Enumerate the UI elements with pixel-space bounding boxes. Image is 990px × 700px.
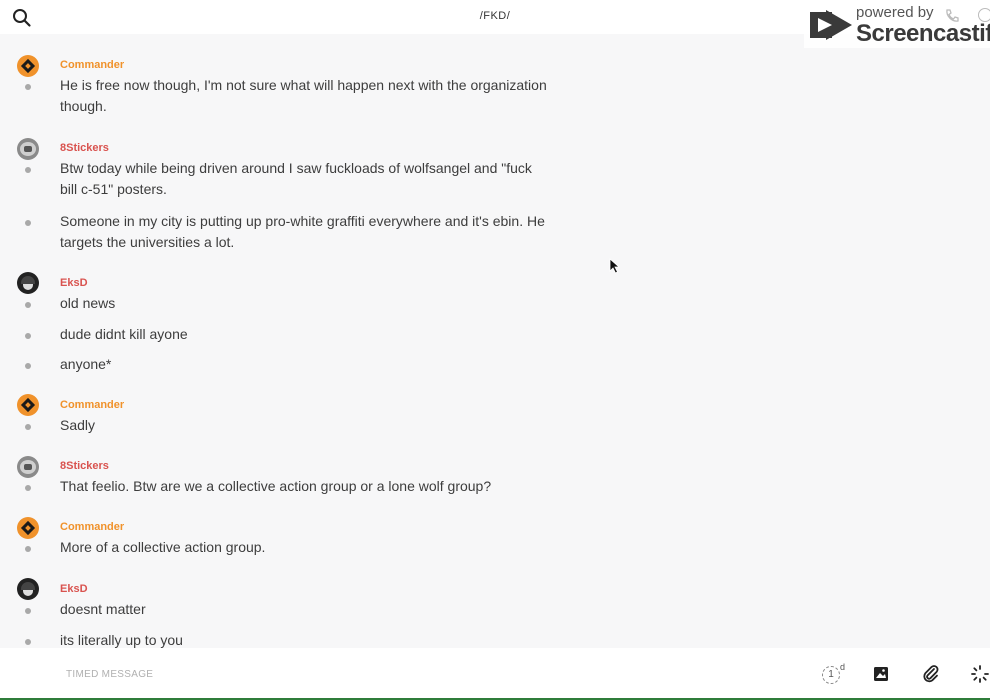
message-dot <box>25 84 31 90</box>
message-dot <box>25 608 31 614</box>
author-name[interactable]: 8Stickers <box>60 460 109 472</box>
message-text: Someone in my city is putting up pro-whi… <box>60 213 545 250</box>
paperclip-icon[interactable] <box>922 664 940 684</box>
loading-icon[interactable] <box>970 664 990 684</box>
message-text: Btw today while being driven around I sa… <box>60 160 532 197</box>
message-text: its literally up to you <box>60 632 183 648</box>
author-name[interactable]: 8Stickers <box>60 142 109 154</box>
avatar[interactable] <box>17 55 39 77</box>
avatar[interactable] <box>17 272 39 294</box>
avatar[interactable] <box>17 578 39 600</box>
author-name[interactable]: EksD <box>60 277 88 289</box>
message-text: dude didnt kill ayone <box>60 326 188 342</box>
timer-value: 1 <box>822 666 840 684</box>
avatar[interactable] <box>17 517 39 539</box>
message-dot <box>25 302 31 308</box>
message-feed: Commander He is free now though, I'm not… <box>0 34 990 648</box>
message-dot <box>25 424 31 430</box>
message-dot <box>25 546 31 552</box>
timed-message-input[interactable] <box>66 666 466 682</box>
message-dot <box>25 363 31 369</box>
info-icon[interactable] <box>978 8 990 22</box>
avatar[interactable] <box>17 456 39 478</box>
avatar[interactable] <box>17 138 39 160</box>
message-dot <box>25 220 31 226</box>
message-dot <box>25 167 31 173</box>
message-text: Sadly <box>60 417 96 433</box>
message-text: He is free now though, I'm not sure what… <box>60 77 547 114</box>
image-icon[interactable] <box>872 665 890 683</box>
message-text: doesnt matter <box>60 601 146 617</box>
timer-unit: d <box>840 662 846 672</box>
message-text: old news <box>60 295 116 311</box>
message-text: That feelio. Btw are we a collective act… <box>60 478 492 494</box>
message-text: anyone* <box>60 356 112 372</box>
avatar[interactable] <box>17 394 39 416</box>
message-dot <box>25 485 31 491</box>
author-name[interactable]: Commander <box>60 521 124 533</box>
message-text: More of a collective action group. <box>60 539 266 555</box>
watermark-powered-text: powered by <box>856 4 934 21</box>
author-name[interactable]: Commander <box>60 399 124 411</box>
message-dot <box>25 639 31 645</box>
author-name[interactable]: Commander <box>60 59 124 71</box>
author-name[interactable]: EksD <box>60 583 88 595</box>
composer-bar: 1 d <box>0 648 990 698</box>
mouse-cursor-icon <box>609 258 621 274</box>
timer-icon[interactable]: 1 d <box>822 662 848 686</box>
phone-icon[interactable] <box>944 8 960 24</box>
message-dot <box>25 333 31 339</box>
